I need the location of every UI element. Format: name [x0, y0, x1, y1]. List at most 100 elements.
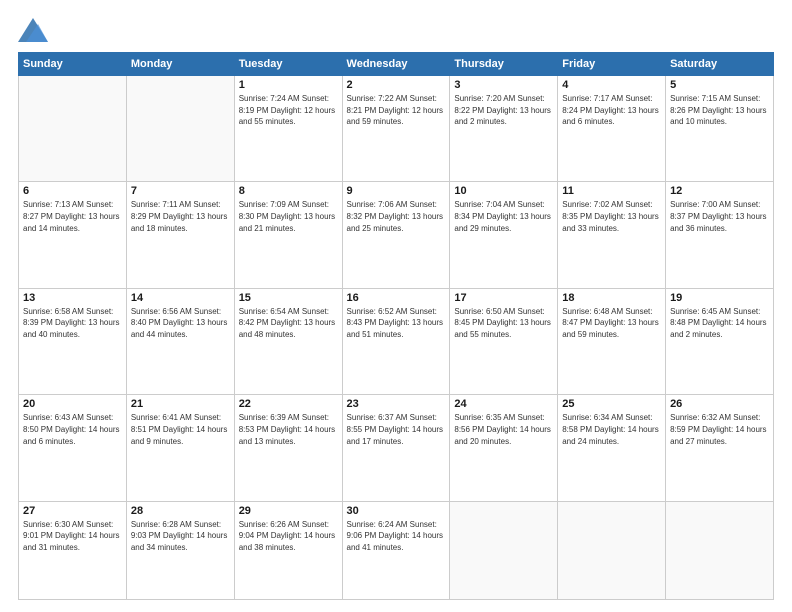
weekday-header-row: SundayMondayTuesdayWednesdayThursdayFrid…	[19, 53, 774, 76]
cell-info: Sunrise: 7:13 AM Sunset: 8:27 PM Dayligh…	[23, 199, 122, 234]
calendar-cell: 18 Sunrise: 6:48 AM Sunset: 8:47 PM Dayli…	[558, 288, 666, 394]
calendar-cell: 10 Sunrise: 7:04 AM Sunset: 8:34 PM Dayli…	[450, 182, 558, 288]
cell-info: Sunrise: 6:50 AM Sunset: 8:45 PM Dayligh…	[454, 306, 553, 341]
calendar-cell	[666, 501, 774, 599]
day-number: 25	[562, 398, 661, 410]
day-number: 30	[347, 505, 446, 517]
calendar-cell: 9Sunrise: 7:06 AM Sunset: 8:32 PM Daylig…	[342, 182, 450, 288]
day-number: 24	[454, 398, 553, 410]
calendar-cell: 25 Sunrise: 6:34 AM Sunset: 8:58 PM Dayli…	[558, 395, 666, 501]
day-number: 28	[131, 505, 230, 517]
cell-info: Sunrise: 6:54 AM Sunset: 8:42 PM Dayligh…	[239, 306, 338, 341]
calendar-cell: 1 Sunrise: 7:24 AM Sunset: 8:19 PM Daylig…	[234, 76, 342, 182]
calendar-cell: 5 Sunrise: 7:15 AM Sunset: 8:26 PM Daylig…	[666, 76, 774, 182]
day-number: 26	[670, 398, 769, 410]
calendar-cell: 7 Sunrise: 7:11 AM Sunset: 8:29 PM Daylig…	[126, 182, 234, 288]
week-row-5: 27 Sunrise: 6:30 AM Sunset: 9:01 PM Dayli…	[19, 501, 774, 599]
day-number: 3	[454, 79, 553, 91]
cell-info: Sunrise: 6:34 AM Sunset: 8:58 PM Dayligh…	[562, 412, 661, 447]
day-number: 27	[23, 505, 122, 517]
calendar-cell: 23Sunrise: 6:37 AM Sunset: 8:55 PM Dayli…	[342, 395, 450, 501]
week-row-1: 1 Sunrise: 7:24 AM Sunset: 8:19 PM Daylig…	[19, 76, 774, 182]
cell-info: Sunrise: 7:22 AM Sunset: 8:21 PM Dayligh…	[347, 93, 446, 128]
day-number: 9	[347, 185, 446, 197]
calendar-cell: 12Sunrise: 7:00 AM Sunset: 8:37 PM Dayli…	[666, 182, 774, 288]
day-number: 21	[131, 398, 230, 410]
calendar-cell	[19, 76, 127, 182]
cell-info: Sunrise: 7:20 AM Sunset: 8:22 PM Dayligh…	[454, 93, 553, 128]
cell-info: Sunrise: 6:48 AM Sunset: 8:47 PM Dayligh…	[562, 306, 661, 341]
cell-info: Sunrise: 7:02 AM Sunset: 8:35 PM Dayligh…	[562, 199, 661, 234]
cell-info: Sunrise: 6:43 AM Sunset: 8:50 PM Dayligh…	[23, 412, 122, 447]
cell-info: Sunrise: 7:11 AM Sunset: 8:29 PM Dayligh…	[131, 199, 230, 234]
logo-icon	[18, 18, 48, 42]
day-number: 7	[131, 185, 230, 197]
cell-info: Sunrise: 6:56 AM Sunset: 8:40 PM Dayligh…	[131, 306, 230, 341]
weekday-header-saturday: Saturday	[666, 53, 774, 76]
day-number: 10	[454, 185, 553, 197]
weekday-header-friday: Friday	[558, 53, 666, 76]
day-number: 4	[562, 79, 661, 91]
day-number: 5	[670, 79, 769, 91]
day-number: 2	[347, 79, 446, 91]
cell-info: Sunrise: 6:35 AM Sunset: 8:56 PM Dayligh…	[454, 412, 553, 447]
calendar-cell: 8 Sunrise: 7:09 AM Sunset: 8:30 PM Daylig…	[234, 182, 342, 288]
calendar-cell: 17Sunrise: 6:50 AM Sunset: 8:45 PM Dayli…	[450, 288, 558, 394]
calendar-cell: 22 Sunrise: 6:39 AM Sunset: 8:53 PM Dayli…	[234, 395, 342, 501]
calendar-cell: 24 Sunrise: 6:35 AM Sunset: 8:56 PM Dayli…	[450, 395, 558, 501]
calendar-cell: 2 Sunrise: 7:22 AM Sunset: 8:21 PM Daylig…	[342, 76, 450, 182]
day-number: 8	[239, 185, 338, 197]
day-number: 29	[239, 505, 338, 517]
calendar-cell: 6 Sunrise: 7:13 AM Sunset: 8:27 PM Daylig…	[19, 182, 127, 288]
calendar-cell: 11Sunrise: 7:02 AM Sunset: 8:35 PM Dayli…	[558, 182, 666, 288]
week-row-2: 6 Sunrise: 7:13 AM Sunset: 8:27 PM Daylig…	[19, 182, 774, 288]
day-number: 13	[23, 292, 122, 304]
day-number: 20	[23, 398, 122, 410]
cell-info: Sunrise: 6:30 AM Sunset: 9:01 PM Dayligh…	[23, 519, 122, 554]
logo	[18, 18, 52, 42]
cell-info: Sunrise: 7:15 AM Sunset: 8:26 PM Dayligh…	[670, 93, 769, 128]
week-row-3: 13 Sunrise: 6:58 AM Sunset: 8:39 PM Dayli…	[19, 288, 774, 394]
cell-info: Sunrise: 7:17 AM Sunset: 8:24 PM Dayligh…	[562, 93, 661, 128]
calendar-cell: 30 Sunrise: 6:24 AM Sunset: 9:06 PM Dayli…	[342, 501, 450, 599]
cell-info: Sunrise: 7:00 AM Sunset: 8:37 PM Dayligh…	[670, 199, 769, 234]
calendar-cell: 27 Sunrise: 6:30 AM Sunset: 9:01 PM Dayli…	[19, 501, 127, 599]
calendar-cell: 15 Sunrise: 6:54 AM Sunset: 8:42 PM Dayli…	[234, 288, 342, 394]
cell-info: Sunrise: 6:41 AM Sunset: 8:51 PM Dayligh…	[131, 412, 230, 447]
page: SundayMondayTuesdayWednesdayThursdayFrid…	[0, 0, 792, 612]
calendar-cell: 21 Sunrise: 6:41 AM Sunset: 8:51 PM Dayli…	[126, 395, 234, 501]
calendar-cell: 29 Sunrise: 6:26 AM Sunset: 9:04 PM Dayli…	[234, 501, 342, 599]
weekday-header-tuesday: Tuesday	[234, 53, 342, 76]
cell-info: Sunrise: 6:52 AM Sunset: 8:43 PM Dayligh…	[347, 306, 446, 341]
week-row-4: 20 Sunrise: 6:43 AM Sunset: 8:50 PM Dayli…	[19, 395, 774, 501]
day-number: 23	[347, 398, 446, 410]
day-number: 1	[239, 79, 338, 91]
calendar-cell: 14 Sunrise: 6:56 AM Sunset: 8:40 PM Dayli…	[126, 288, 234, 394]
weekday-header-thursday: Thursday	[450, 53, 558, 76]
calendar-cell: 3 Sunrise: 7:20 AM Sunset: 8:22 PM Daylig…	[450, 76, 558, 182]
weekday-header-monday: Monday	[126, 53, 234, 76]
day-number: 22	[239, 398, 338, 410]
cell-info: Sunrise: 7:24 AM Sunset: 8:19 PM Dayligh…	[239, 93, 338, 128]
weekday-header-wednesday: Wednesday	[342, 53, 450, 76]
cell-info: Sunrise: 6:26 AM Sunset: 9:04 PM Dayligh…	[239, 519, 338, 554]
calendar-cell: 20 Sunrise: 6:43 AM Sunset: 8:50 PM Dayli…	[19, 395, 127, 501]
day-number: 19	[670, 292, 769, 304]
calendar-cell: 19 Sunrise: 6:45 AM Sunset: 8:48 PM Dayli…	[666, 288, 774, 394]
cell-info: Sunrise: 6:24 AM Sunset: 9:06 PM Dayligh…	[347, 519, 446, 554]
cell-info: Sunrise: 6:32 AM Sunset: 8:59 PM Dayligh…	[670, 412, 769, 447]
cell-info: Sunrise: 6:39 AM Sunset: 8:53 PM Dayligh…	[239, 412, 338, 447]
cell-info: Sunrise: 7:04 AM Sunset: 8:34 PM Dayligh…	[454, 199, 553, 234]
day-number: 18	[562, 292, 661, 304]
cell-info: Sunrise: 6:58 AM Sunset: 8:39 PM Dayligh…	[23, 306, 122, 341]
day-number: 6	[23, 185, 122, 197]
calendar-cell: 28 Sunrise: 6:28 AM Sunset: 9:03 PM Dayli…	[126, 501, 234, 599]
cell-info: Sunrise: 7:09 AM Sunset: 8:30 PM Dayligh…	[239, 199, 338, 234]
day-number: 16	[347, 292, 446, 304]
cell-info: Sunrise: 6:45 AM Sunset: 8:48 PM Dayligh…	[670, 306, 769, 341]
day-number: 15	[239, 292, 338, 304]
calendar-cell: 26 Sunrise: 6:32 AM Sunset: 8:59 PM Dayli…	[666, 395, 774, 501]
calendar-cell	[558, 501, 666, 599]
cell-info: Sunrise: 6:28 AM Sunset: 9:03 PM Dayligh…	[131, 519, 230, 554]
day-number: 14	[131, 292, 230, 304]
